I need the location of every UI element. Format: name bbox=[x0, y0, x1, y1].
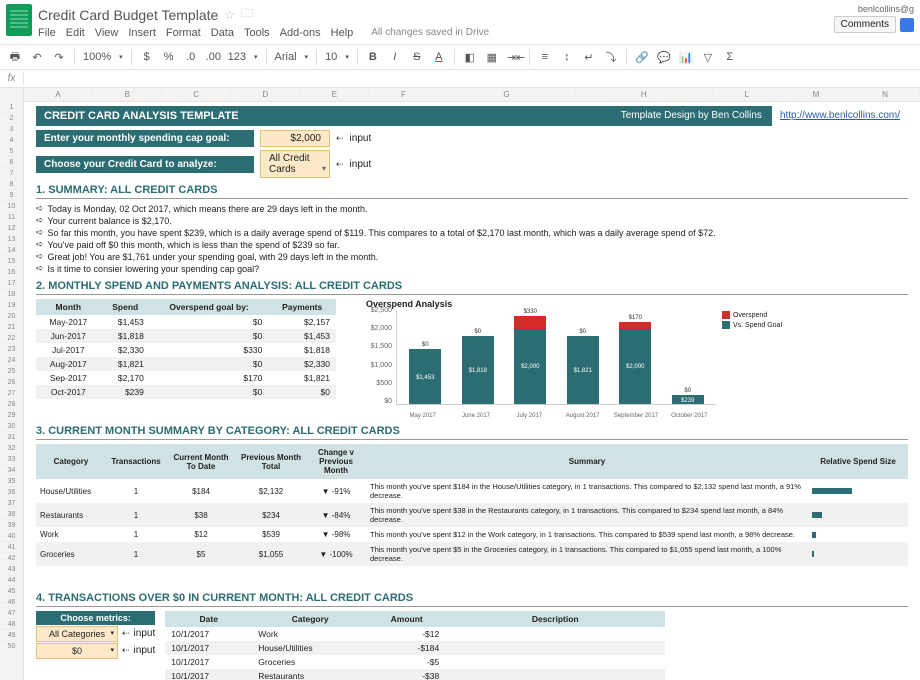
metric-category-select[interactable]: All Categories bbox=[36, 626, 118, 642]
functions-icon[interactable]: Σ bbox=[723, 51, 737, 63]
summary-line: ➪So far this month, you have spent $239,… bbox=[36, 227, 908, 238]
text-color-icon[interactable]: A bbox=[432, 51, 446, 63]
redo-icon[interactable]: ↷ bbox=[52, 51, 66, 64]
section2-title: 2. MONTHLY SPEND AND PAYMENTS ANALYSIS: … bbox=[36, 280, 908, 295]
comments-button[interactable]: Comments bbox=[834, 16, 896, 33]
metrics-label: Choose metrics: bbox=[36, 611, 155, 625]
rotate-icon[interactable]: ⤵ bbox=[604, 49, 618, 65]
fx-icon: fx bbox=[0, 73, 24, 84]
table-row: Jul-2017$2,330$330$1,818 bbox=[36, 343, 336, 357]
comment-icon[interactable]: 💬 bbox=[657, 51, 671, 64]
section3-title: 3. CURRENT MONTH SUMMARY BY CATEGORY: AL… bbox=[36, 425, 908, 440]
title-bar: Credit Card Budget Template ☆ 🗀 File Edi… bbox=[0, 0, 920, 44]
formula-bar[interactable]: fx bbox=[0, 70, 920, 88]
bold-icon[interactable]: B bbox=[366, 51, 380, 63]
input-arrow-icon: ⇠ bbox=[122, 628, 130, 639]
undo-icon[interactable]: ↶ bbox=[30, 51, 44, 64]
menu-insert[interactable]: Insert bbox=[128, 27, 156, 39]
spreadsheet-content[interactable]: CREDIT CARD ANALYSIS TEMPLATE Template D… bbox=[24, 102, 920, 680]
filter-icon[interactable]: ▽ bbox=[701, 51, 715, 64]
save-status: All changes saved in Drive bbox=[371, 27, 489, 39]
template-title: CREDIT CARD ANALYSIS TEMPLATE bbox=[36, 106, 611, 126]
halign-icon[interactable]: ≡ bbox=[538, 51, 552, 63]
table-row: Restaurants1$38$234▼ -84%This month you'… bbox=[36, 503, 908, 527]
metric-amount-select[interactable]: $0 bbox=[36, 643, 118, 659]
star-icon[interactable]: ☆ bbox=[224, 8, 235, 22]
menu-addons[interactable]: Add-ons bbox=[280, 27, 321, 39]
input-arrow-icon: ⇠ bbox=[336, 133, 344, 144]
table-row: Work1$12$539▼ -98%This month you've spen… bbox=[36, 527, 908, 542]
table-row: 10/1/2017Restaurants-$38 bbox=[165, 669, 665, 680]
monthly-table: MonthSpendOverspend goal by:Payments May… bbox=[36, 299, 336, 399]
sheets-app-icon[interactable] bbox=[6, 4, 32, 36]
wrap-icon[interactable]: ↵ bbox=[582, 51, 596, 64]
column-headers[interactable]: ABCDEFGHLMN bbox=[24, 88, 920, 102]
author-link[interactable]: http://www.benlcollins.com/ bbox=[780, 110, 900, 121]
table-row: 10/1/2017Work-$12 bbox=[165, 627, 665, 641]
valign-icon[interactable]: ↕ bbox=[560, 51, 574, 63]
merge-icon[interactable]: ⇥⇤ bbox=[507, 51, 521, 64]
chart-legend: Overspend Vs. Spend Goal bbox=[722, 311, 782, 331]
font-size-select[interactable]: 10 bbox=[325, 51, 337, 63]
fill-color-icon[interactable]: ◧ bbox=[463, 51, 477, 64]
section1-title: 1. SUMMARY: ALL CREDIT CARDS bbox=[36, 184, 908, 199]
move-folder-icon[interactable]: 🗀 bbox=[241, 4, 253, 25]
menu-file[interactable]: File bbox=[38, 27, 56, 39]
decimal-decrease-icon[interactable]: .0 bbox=[184, 51, 198, 63]
chart-icon[interactable]: 📊 bbox=[679, 51, 693, 64]
menu-data[interactable]: Data bbox=[211, 27, 234, 39]
account-email[interactable]: benlcollins@g bbox=[858, 4, 914, 14]
menu-view[interactable]: View bbox=[95, 27, 119, 39]
percent-icon[interactable]: % bbox=[162, 51, 176, 63]
italic-icon[interactable]: I bbox=[388, 51, 402, 63]
input-arrow-icon: ⇠ bbox=[336, 159, 344, 170]
overspend-chart: Overspend Analysis Overspend Vs. Spend G… bbox=[356, 299, 786, 419]
document-title[interactable]: Credit Card Budget Template bbox=[38, 7, 218, 23]
row-headers[interactable]: 1234567891011121314151617181920212223242… bbox=[0, 88, 24, 680]
card-select[interactable]: All Credit Cards bbox=[260, 150, 330, 178]
goal-label: Enter your monthly spending cap goal: bbox=[36, 130, 254, 147]
section4-title: 4. TRANSACTIONS OVER $0 IN CURRENT MONTH… bbox=[36, 592, 908, 607]
table-row: 10/1/2017House/Utilities-$184 bbox=[165, 641, 665, 655]
table-row: Groceries1$5$1,055▼ -100%This month you'… bbox=[36, 542, 908, 566]
summary-line: ➪Is it time to consier lowering your spe… bbox=[36, 263, 908, 274]
toolbar: 🖶 ↶ ↷ 100%▾ $ % .0 .00 123▾ Arial▾ 10▾ B… bbox=[0, 44, 920, 70]
decimal-increase-icon[interactable]: .00 bbox=[206, 51, 220, 63]
template-credit: Template Design by Ben Collins bbox=[611, 106, 772, 126]
font-select[interactable]: Arial bbox=[275, 51, 297, 63]
strike-icon[interactable]: S bbox=[410, 51, 424, 63]
category-table: Category Transactions Current Month To D… bbox=[36, 444, 908, 566]
title-band: CREDIT CARD ANALYSIS TEMPLATE Template D… bbox=[36, 106, 908, 126]
menu-tools[interactable]: Tools bbox=[244, 27, 270, 39]
card-label: Choose your Credit Card to analyze: bbox=[36, 156, 254, 173]
share-avatar-icon[interactable] bbox=[900, 18, 914, 32]
transactions-table: DateCategoryAmountDescription 10/1/2017W… bbox=[165, 611, 665, 680]
summary-line: ➪Great job! You are $1,761 under your sp… bbox=[36, 251, 908, 262]
menu-bar: File Edit View Insert Format Data Tools … bbox=[38, 27, 834, 39]
borders-icon[interactable]: ▦ bbox=[485, 51, 499, 64]
menu-edit[interactable]: Edit bbox=[66, 27, 85, 39]
summary-line: ➪Your current balance is $2,170. bbox=[36, 215, 908, 226]
summary-line: ➪Today is Monday, 02 Oct 2017, which mea… bbox=[36, 203, 908, 214]
menu-format[interactable]: Format bbox=[166, 27, 201, 39]
input-arrow-icon: ⇠ bbox=[122, 645, 130, 656]
table-row: House/Utilities1$184$2,132▼ -91%This mon… bbox=[36, 479, 908, 503]
print-icon[interactable]: 🖶 bbox=[8, 48, 22, 67]
summary-line: ➪You've paid off $0 this month, which is… bbox=[36, 239, 908, 250]
zoom-select[interactable]: 100% bbox=[83, 51, 111, 63]
table-row: 10/1/2017Groceries-$5 bbox=[165, 655, 665, 669]
table-row: May-2017$1,453$0$2,157 bbox=[36, 315, 336, 329]
goal-input[interactable]: $2,000 bbox=[260, 130, 330, 147]
table-row: Oct-2017$239$0$0 bbox=[36, 385, 336, 399]
link-icon[interactable]: 🔗 bbox=[635, 51, 649, 64]
input-hint: input bbox=[350, 159, 372, 170]
input-hint: input bbox=[350, 133, 372, 144]
currency-icon[interactable]: $ bbox=[140, 51, 154, 63]
table-row: Sep-2017$2,170$170$1,821 bbox=[36, 371, 336, 385]
table-row: Aug-2017$1,821$0$2,330 bbox=[36, 357, 336, 371]
menu-help[interactable]: Help bbox=[331, 27, 354, 39]
number-format-select[interactable]: 123 bbox=[228, 51, 246, 63]
table-row: Jun-2017$1,818$0$1,453 bbox=[36, 329, 336, 343]
